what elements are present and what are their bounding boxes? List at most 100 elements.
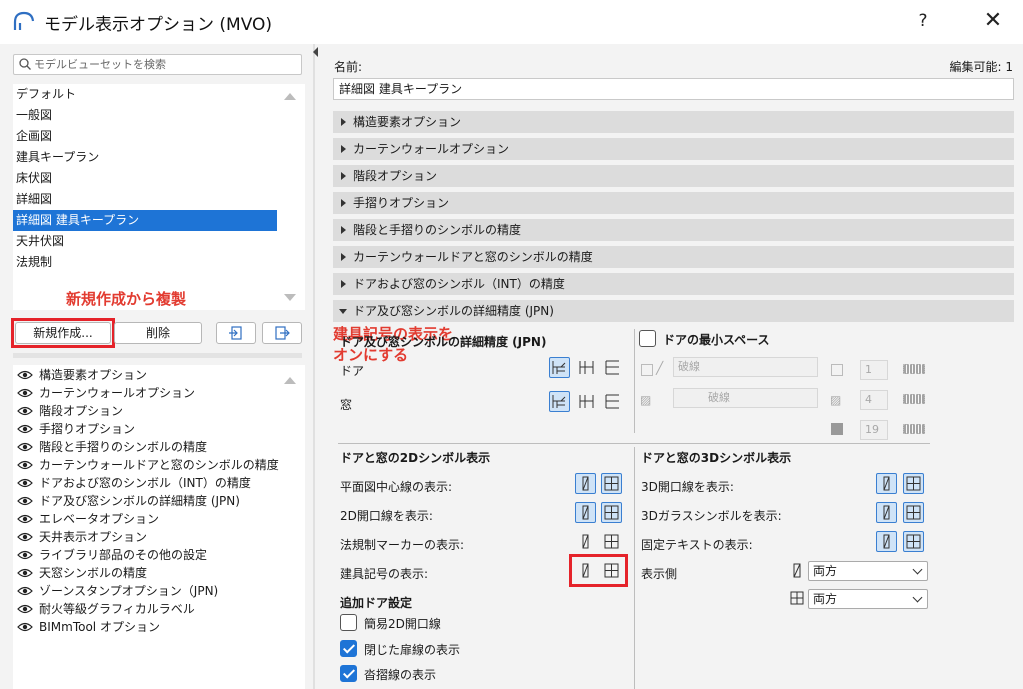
3d-opening-door-toggle[interactable]	[876, 473, 897, 494]
section-structural[interactable]: 構造要素オプション	[333, 111, 1014, 133]
section-cw-door-window-precision[interactable]: カーテンウォールドアと窓のシンボルの精度	[333, 246, 1014, 268]
3d-opening-window-toggle[interactable]	[903, 473, 924, 494]
sym2d-row-label: 建具記号の表示:	[340, 567, 429, 581]
scroll-down-arrow[interactable]	[284, 294, 296, 301]
import-button[interactable]	[216, 322, 256, 344]
view-item-ceiling[interactable]: 天井伏図	[13, 231, 277, 252]
option-item[interactable]: カーテンウォールドアと窓のシンボルの精度	[17, 456, 279, 474]
threshold-line-checkbox[interactable]	[340, 665, 357, 682]
export-button[interactable]	[262, 322, 302, 344]
eye-icon[interactable]	[17, 370, 33, 380]
eye-icon[interactable]	[17, 460, 33, 470]
window-detail-level-3-button[interactable]	[602, 391, 623, 412]
view-item-fitting-keyplan[interactable]: 建具キープラン	[13, 147, 277, 168]
pane-splitter[interactable]	[13, 353, 302, 358]
view-item-floor[interactable]: 床伏図	[13, 168, 277, 189]
option-item[interactable]: ドアおよび窓のシンボル（INT）の精度	[17, 474, 251, 492]
regulation-marker-door-toggle[interactable]	[575, 531, 596, 552]
eye-icon[interactable]	[17, 622, 33, 632]
window-detail-level-2-button[interactable]	[576, 391, 597, 412]
eye-icon[interactable]	[17, 388, 33, 398]
option-item[interactable]: 天井表示オプション	[17, 528, 147, 546]
fill-swatch-icon	[641, 364, 653, 376]
option-item[interactable]: ライブラリ部品のその他の設定	[17, 546, 207, 564]
eye-icon[interactable]	[17, 532, 33, 542]
options-scroll-up-arrow[interactable]	[284, 377, 296, 384]
collapse-left-pane-icon[interactable]	[313, 47, 318, 57]
side-label: 表示側	[641, 567, 678, 581]
eye-icon[interactable]	[17, 550, 33, 560]
archicad-logo-icon	[13, 11, 35, 30]
eye-icon[interactable]	[17, 568, 33, 578]
view-item-detail-keyplan[interactable]: 詳細図 建具キープラン	[13, 210, 277, 231]
section-stairs[interactable]: 階段オプション	[333, 165, 1014, 187]
3d-glass-window-toggle[interactable]	[903, 502, 924, 523]
fixed-text-window-toggle[interactable]	[903, 531, 924, 552]
view-item-default[interactable]: デフォルト	[13, 84, 277, 105]
simple-2d-opening-checkbox[interactable]	[340, 614, 357, 631]
opening-line-window-toggle[interactable]	[601, 502, 622, 523]
line-type-select[interactable]: 破線	[673, 357, 818, 377]
door-detail-level-1-button[interactable]	[549, 357, 570, 378]
section-curtainwall[interactable]: カーテンウォールオプション	[333, 138, 1014, 160]
pen-color-3[interactable]	[903, 424, 925, 434]
closed-door-line-checkbox[interactable]	[340, 640, 357, 657]
eye-icon[interactable]	[17, 514, 33, 524]
window-icon	[604, 476, 619, 491]
view-item-regulation[interactable]: 法規制	[13, 252, 277, 273]
eye-icon[interactable]	[17, 496, 33, 506]
option-item[interactable]: BIMmTool オプション	[17, 618, 160, 636]
simple-2d-opening-label: 簡易2D開口線	[364, 617, 441, 631]
pen-number-3[interactable]: 19	[860, 420, 888, 440]
eye-icon[interactable]	[17, 586, 33, 596]
search-input[interactable]: モデルビューセットを検索	[13, 54, 302, 75]
option-item[interactable]: 耐火等級グラフィカルラベル	[17, 600, 195, 618]
pen-color-2[interactable]	[903, 394, 925, 404]
pane-divider[interactable]	[313, 44, 315, 689]
3d-glass-door-toggle[interactable]	[876, 502, 897, 523]
option-item[interactable]: 手摺りオプション	[17, 420, 135, 438]
pen-number-1[interactable]: 1	[860, 360, 888, 380]
door-detail-level-3-button[interactable]	[602, 357, 623, 378]
option-item[interactable]: エレベータオプション	[17, 510, 159, 528]
option-item[interactable]: 階段オプション	[17, 402, 123, 420]
window-detail-level-1-button[interactable]	[549, 391, 570, 412]
side-door-select[interactable]: 両方	[808, 561, 928, 581]
help-button[interactable]: ?	[908, 8, 938, 34]
option-item[interactable]: ゾーンスタンプオプション（JPN)	[17, 582, 218, 600]
side-window-select[interactable]: 両方	[808, 589, 928, 609]
fill-type-select[interactable]: 破線	[673, 388, 818, 408]
pen-number-2[interactable]: 4	[860, 390, 888, 410]
eye-icon[interactable]	[17, 442, 33, 452]
sym3d-row-label: 固定テキストの表示:	[641, 538, 753, 552]
delete-button[interactable]: 削除	[114, 322, 202, 344]
view-item-general[interactable]: 一般図	[13, 105, 277, 126]
eye-icon[interactable]	[17, 424, 33, 434]
eye-icon[interactable]	[17, 604, 33, 614]
section-door-window-int[interactable]: ドアおよび窓のシンボル（INT）の精度	[333, 273, 1014, 295]
option-item[interactable]: ドア及び窓シンボルの詳細精度 (JPN)	[17, 492, 240, 510]
centerline-door-toggle[interactable]	[575, 473, 596, 494]
door-detail-level-2-button[interactable]	[576, 357, 597, 378]
option-item[interactable]: 構造要素オプション	[17, 366, 147, 384]
expand-icon	[341, 118, 346, 126]
option-item[interactable]: 天窓シンボルの精度	[17, 564, 147, 582]
view-item-planning[interactable]: 企画図	[13, 126, 277, 147]
fixed-text-door-toggle[interactable]	[876, 531, 897, 552]
name-field[interactable]: 詳細図 建具キープラン	[333, 78, 1014, 100]
eye-icon[interactable]	[17, 478, 33, 488]
section-stair-railing-precision[interactable]: 階段と手摺りのシンボルの精度	[333, 219, 1014, 241]
min-space-checkbox[interactable]	[639, 330, 656, 347]
option-item[interactable]: 階段と手摺りのシンボルの精度	[17, 438, 207, 456]
opening-line-door-toggle[interactable]	[575, 502, 596, 523]
pen-color-1[interactable]	[903, 364, 925, 374]
section-door-window-jpn[interactable]: ドア及び窓シンボルの詳細精度 (JPN)	[333, 300, 1014, 322]
option-item[interactable]: カーテンウォールオプション	[17, 384, 195, 402]
regulation-marker-window-toggle[interactable]	[601, 531, 622, 552]
eye-icon[interactable]	[17, 406, 33, 416]
scroll-up-arrow[interactable]	[284, 93, 296, 100]
section-railing[interactable]: 手摺りオプション	[333, 192, 1014, 214]
centerline-window-toggle[interactable]	[601, 473, 622, 494]
close-button[interactable]: ✕	[978, 8, 1008, 34]
view-item-detail[interactable]: 詳細図	[13, 189, 277, 210]
